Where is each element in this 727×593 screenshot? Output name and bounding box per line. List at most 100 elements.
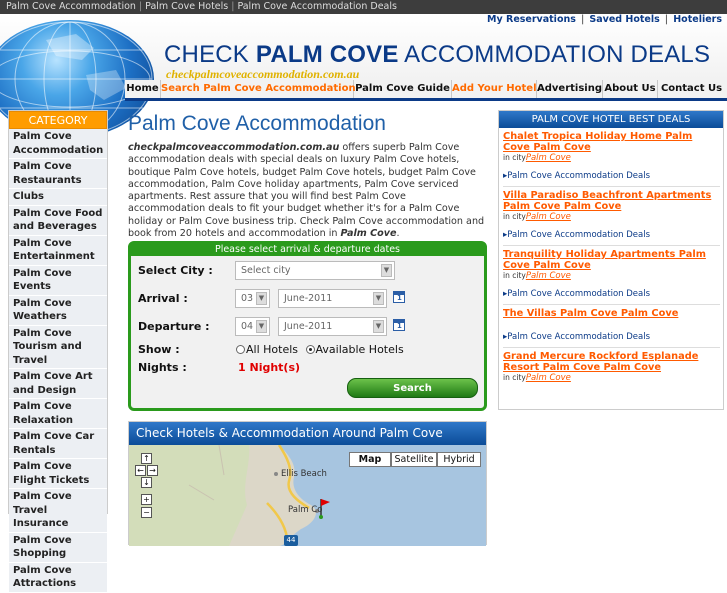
deal-city-link[interactable]: Palm Cove (526, 153, 571, 163)
saved-hotels-link[interactable]: Saved Hotels (584, 14, 664, 25)
deal-city-prefix: in city (503, 212, 526, 221)
sidebar-item[interactable]: Palm Cove Events (9, 265, 107, 296)
search-button[interactable]: Search (347, 378, 478, 398)
map-view[interactable]: ↑ ← → ↓ + − Map Satellite Hybrid Ellis B… (129, 445, 486, 546)
chevron-down-icon: ▼ (256, 292, 267, 305)
nav-advertising[interactable]: Advertising (537, 80, 603, 98)
deal-city: in cityPalm Cove (503, 373, 720, 383)
hotel-marker-icon[interactable] (319, 497, 331, 519)
pan-down-icon[interactable]: ↓ (141, 477, 152, 488)
zoom-out-icon[interactable]: − (141, 507, 152, 518)
sidebar-item[interactable]: Palm Cove Entertainment (9, 235, 107, 266)
arrival-calendar-icon[interactable] (393, 291, 405, 303)
deal-city: in cityPalm Cove (503, 212, 720, 222)
deal-city-link[interactable]: Palm Cove (526, 212, 571, 222)
deal-hotel-link[interactable]: Chalet Tropica Holiday Home Palm Cove Pa… (503, 131, 720, 153)
nav-guide[interactable]: Palm Cove Guide (354, 80, 452, 98)
nights-value: 1 Night(s) (238, 361, 301, 374)
top-link-hotels[interactable]: Palm Cove Hotels (145, 1, 228, 12)
pan-left-icon[interactable]: ← (135, 465, 146, 476)
site-header: My Reservations | Saved Hotels | Hoteliers C… (0, 14, 727, 138)
departure-month-value: June-2011 (284, 321, 333, 332)
deal-city-prefix: in city (503, 271, 526, 280)
sidebar-item[interactable]: Palm Cove Car Rentals (9, 429, 107, 459)
departure-label: Departure : (138, 320, 210, 333)
intro-site-name: checkpalmcoveaccommodation.com.au (128, 142, 340, 153)
site-title[interactable]: CHECK PALM COVE ACCOMMODATION DEALS (164, 41, 710, 69)
show-options: All Hotels Available Hotels (236, 343, 404, 356)
pan-right-icon[interactable]: → (147, 465, 158, 476)
zoom-in-icon[interactable]: + (141, 494, 152, 505)
arrival-day-select[interactable]: 03 ▼ (235, 289, 270, 308)
my-reservations-link[interactable]: My Reservations (482, 14, 581, 25)
nav-contact[interactable]: Contact Us (658, 80, 725, 98)
deal-hotel-link[interactable]: The Villas Palm Cove Palm Cove (503, 308, 720, 319)
city-select-value: Select city (241, 265, 291, 276)
sidebar-item[interactable]: Palm Cove Food and Beverages (9, 205, 107, 236)
deal-item: Chalet Tropica Holiday Home Palm Cove Pa… (499, 128, 723, 187)
nav-home[interactable]: Home (125, 80, 161, 98)
map-type-hybrid[interactable]: Hybrid (437, 452, 481, 467)
sidebar-item[interactable]: Palm Cove Accommodation (9, 129, 107, 159)
available-hotels-label: Available Hotels (315, 343, 404, 356)
hoteliers-link[interactable]: Hoteliers (668, 14, 727, 25)
sidebar-item[interactable]: Palm Cove Tourism and Travel (9, 325, 107, 369)
available-hotels-radio[interactable] (305, 345, 315, 354)
departure-month-select[interactable]: June-2011 ▼ (278, 317, 387, 336)
map-type-satellite[interactable]: Satellite (391, 452, 437, 467)
top-link-accommodation[interactable]: Palm Cove Accommodation (6, 1, 136, 12)
search-header: Please select arrival & departure dates (131, 244, 484, 256)
nav-about[interactable]: About Us (603, 80, 658, 98)
city-select[interactable]: Select city ▼ (235, 261, 395, 280)
departure-day-value: 04 (241, 321, 254, 332)
sidebar-item[interactable]: Palm Cove Art and Design (9, 369, 107, 399)
departure-day-select[interactable]: 04 ▼ (235, 317, 270, 336)
intro-end: Palm Cove (340, 228, 397, 240)
sidebar-item[interactable]: Palm Cove Flight Tickets (9, 459, 107, 489)
deal-city-link[interactable]: Palm Cove (526, 373, 571, 383)
nights-label: Nights : (138, 361, 187, 374)
departure-calendar-icon[interactable] (393, 319, 405, 331)
category-title: CATEGORY (9, 111, 107, 129)
chevron-down-icon: ▼ (256, 320, 267, 333)
sidebar-item[interactable]: Clubs (9, 189, 107, 206)
intro-period: . (396, 228, 400, 240)
deal-item: Villa Paradiso Beachfront Apartments Pal… (499, 187, 723, 246)
main-content: Palm Cove Accommodation checkpalmcoveacc… (128, 112, 488, 240)
road-44-badge: 44 (284, 535, 298, 546)
deal-hotel-link[interactable]: Villa Paradiso Beachfront Apartments Pal… (503, 190, 720, 212)
deal-accommodation-link[interactable]: Palm Cove Accommodation Deals (503, 171, 720, 187)
intro-text: checkpalmcoveaccommodation.com.au offers… (128, 142, 486, 240)
city-label: Select City : (138, 264, 213, 277)
sidebar-item[interactable]: Palm Cove Weathers (9, 295, 107, 326)
sidebar-item[interactable]: Palm Cove Restaurants (9, 159, 107, 189)
deal-city: in cityPalm Cove (503, 271, 720, 281)
arrival-month-select[interactable]: June-2011 ▼ (278, 289, 387, 308)
map-title: Check Hotels & Accommodation Around Palm… (129, 422, 486, 445)
top-link-deals[interactable]: Palm Cove Accommodation Deals (237, 1, 397, 12)
deal-accommodation-link[interactable]: Palm Cove Accommodation Deals (503, 230, 720, 246)
nav-add-hotel[interactable]: Add Your Hotel (452, 80, 537, 98)
deal-accommodation-link[interactable]: Palm Cove Accommodation Deals (503, 332, 720, 348)
best-deals-title: PALM COVE HOTEL BEST DEALS (499, 111, 723, 128)
map-type-map[interactable]: Map (349, 452, 391, 467)
sidebar-item[interactable]: Palm Cove Attractions (9, 562, 107, 593)
main-nav: Home Search Palm Cove Accommodation Palm… (125, 80, 727, 101)
all-hotels-label: All Hotels (246, 343, 299, 356)
deal-city-prefix: in city (503, 373, 526, 382)
deal-item: Tranquility Holiday Apartments Palm Cove… (499, 246, 723, 305)
pan-up-icon[interactable]: ↑ (141, 453, 152, 464)
sidebar-item[interactable]: Palm Cove Relaxation (9, 399, 107, 429)
intro-body: offers superb Palm Cove accommodation de… (128, 142, 485, 240)
deal-hotel-link[interactable]: Grand Mercure Rockford Esplanade Resort … (503, 351, 720, 373)
sidebar-item[interactable]: Palm Cove Travel Insurance (9, 489, 107, 533)
deal-city-link[interactable]: Palm Cove (526, 271, 571, 281)
top-links-bar: Palm Cove Accommodation | Palm Cove Hotels… (0, 0, 727, 14)
chevron-down-icon: ▼ (381, 264, 392, 277)
sidebar-item[interactable]: Palm Cove Shopping (9, 532, 107, 563)
page-title: Palm Cove Accommodation (128, 112, 386, 135)
deal-accommodation-link[interactable]: Palm Cove Accommodation Deals (503, 289, 720, 305)
all-hotels-radio[interactable] (236, 345, 245, 354)
nav-search[interactable]: Search Palm Cove Accommodation (161, 80, 356, 98)
deal-hotel-link[interactable]: Tranquility Holiday Apartments Palm Cove… (503, 249, 720, 271)
